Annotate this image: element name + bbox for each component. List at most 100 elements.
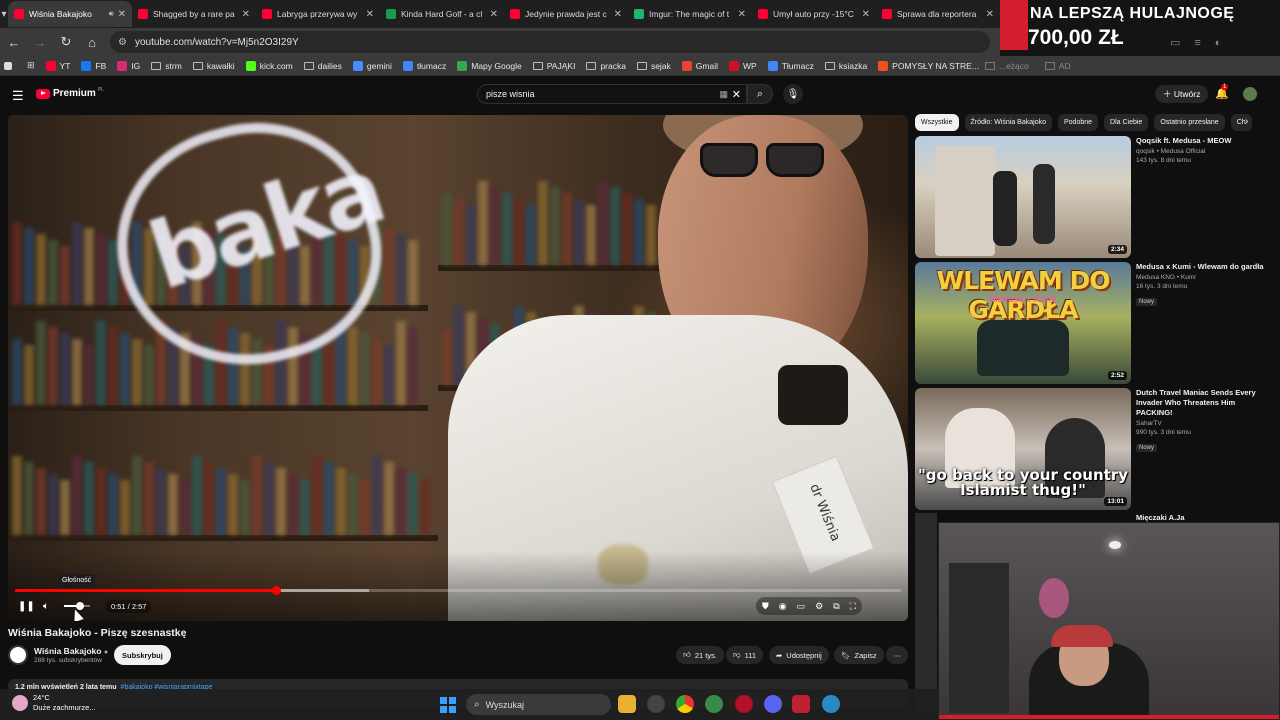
subscribe-button[interactable]: Subskrybuj <box>114 645 171 665</box>
more-actions-icon[interactable]: ⋯ <box>886 646 908 664</box>
close-tab-icon[interactable]: ✕ <box>738 9 746 20</box>
filter-chip[interactable]: Ostatnio przesłane <box>1154 114 1225 131</box>
menu-icon[interactable]: ☰ <box>12 88 24 104</box>
browser-tab[interactable]: Umył auto przy -15°C ✕ <box>752 1 876 27</box>
browser-tab[interactable]: Sprawa dla reportera ✕ <box>876 1 1000 27</box>
obs-icon[interactable] <box>647 695 665 713</box>
rec-title[interactable]: Medusa x Kumi - Wlewam do gardła <box>1136 262 1266 272</box>
rec-thumbnail[interactable]: 2:34 <box>915 136 1131 258</box>
rec-thumbnail[interactable]: WLEWAM DO GARDŁA Medusa x Kumi 2:52 <box>915 262 1131 384</box>
bookmark-translate[interactable]: Tłumacz <box>767 60 814 71</box>
chrome-icon[interactable] <box>676 695 694 713</box>
close-tab-icon[interactable]: ✕ <box>118 9 126 20</box>
globe-icon[interactable] <box>822 695 840 713</box>
site-info-icon[interactable]: ⚙ <box>118 37 127 48</box>
bookmark-ig[interactable]: IG <box>117 60 140 71</box>
miniplayer-icon[interactable]: ⧉ <box>833 601 839 612</box>
youtube-logo[interactable]: Premium PL <box>36 87 104 99</box>
bookmark-translate[interactable]: tłumacz <box>402 60 446 71</box>
close-tab-icon[interactable]: ✕ <box>242 9 250 20</box>
bookmark-wp[interactable]: WP <box>729 60 757 71</box>
like-button[interactable]: 👍︎ 21 tys. <box>676 646 724 664</box>
apps-grid-icon[interactable]: ⊞ <box>27 60 35 71</box>
rec-item[interactable]: WLEWAM DO GARDŁA Medusa x Kumi 2:52 Medu… <box>915 262 1265 384</box>
browser-tab[interactable]: Shagged by a rare pa ✕ <box>132 1 256 27</box>
bookmark-folder[interactable]: dailies <box>303 61 342 71</box>
filter-chip[interactable]: Wszystkie <box>915 114 959 131</box>
close-tab-icon[interactable]: ✕ <box>490 9 498 20</box>
keyboard-icon[interactable]: ▦ <box>719 89 728 100</box>
rec-channel[interactable]: qoqsik • Medusa Official <box>1136 148 1266 155</box>
reload-icon[interactable]: ↻ <box>54 30 78 54</box>
rec-item[interactable]: "go back to your country Islamist thug!"… <box>915 388 1265 510</box>
rec-channel[interactable]: Medusa KNG • Kumi <box>1136 274 1266 281</box>
create-button[interactable]: ＋ Utwórz <box>1155 85 1209 103</box>
filter-chip[interactable]: Dla Ciebie <box>1104 114 1149 131</box>
browser-tab[interactable]: Kinda Hard Golf - a cl ✕ <box>380 1 504 27</box>
bookmark-ms[interactable]: POMYSŁY NA STRE... <box>878 60 979 71</box>
opera-icon[interactable] <box>735 695 753 713</box>
rec-title[interactable]: Dutch Travel Maniac Sends Every Invader … <box>1136 388 1266 418</box>
app-icon[interactable] <box>792 695 810 713</box>
audio-playing-icon[interactable]: 🔊︎ <box>109 9 114 19</box>
close-tab-icon[interactable]: ✕ <box>366 9 374 20</box>
sponsor-shield-icon[interactable]: ⛊ <box>762 601 769 612</box>
voice-search-icon[interactable]: 🎙 <box>783 84 803 104</box>
chevron-right-icon[interactable]: › <box>1245 116 1248 127</box>
rec-item[interactable]: 2:34 Qoqsik ft. Medusa - MEOW qoqsik • M… <box>915 136 1265 258</box>
browser-tab[interactable]: Labryga przerywa wy ✕ <box>256 1 380 27</box>
video-player[interactable]: baka dr Wiśnia Głośność ❚❚ 🔈︎ 0:51 / 2:5… <box>8 115 908 621</box>
windows-start-icon[interactable] <box>440 697 456 713</box>
filter-chip[interactable]: Podobne <box>1057 114 1099 131</box>
close-tab-icon[interactable]: ✕ <box>986 9 994 20</box>
avatar[interactable] <box>1243 87 1257 101</box>
bookmark-gmail[interactable]: Gmail <box>681 60 718 71</box>
subtitles-icon[interactable]: ▭ <box>797 601 806 612</box>
taskbar-search[interactable]: ⌕ Wyszukaj <box>466 694 611 715</box>
bookmark-kick[interactable]: kick.com <box>245 60 293 71</box>
home-icon[interactable]: ⌂ <box>80 30 104 54</box>
rec-thumbnail[interactable]: "go back to your country Islamist thug!"… <box>915 388 1131 510</box>
autoplay-toggle-icon[interactable]: ◉ <box>779 601 787 612</box>
bookmark-folder[interactable]: PAJĄKI <box>532 61 575 71</box>
bookmark-yt[interactable]: YT <box>45 60 70 71</box>
url-input[interactable]: ⚙ youtube.com/watch?v=Mj5n2O3I29Y <box>110 31 990 53</box>
bookmark-fb[interactable]: FB <box>81 60 106 71</box>
close-tab-icon[interactable]: ✕ <box>614 9 622 20</box>
fullscreen-icon[interactable]: ⛶ <box>850 601 856 612</box>
filter-chip[interactable]: Ch <box>1230 114 1252 131</box>
channel-name[interactable]: Wiśnia Bakajoko ● <box>34 646 108 656</box>
browser-tab[interactable]: Imgur: The magic of t ✕ <box>628 1 752 27</box>
search-input[interactable]: pisze wisnia ▦ ✕ <box>477 84 747 104</box>
file-explorer-icon[interactable] <box>618 695 636 713</box>
bookmark-folder[interactable]: pracka <box>586 61 626 71</box>
search-button[interactable]: ⌕ <box>747 84 773 104</box>
pause-icon[interactable]: ❚❚ <box>18 598 35 614</box>
bookmark-gemini[interactable]: gemini <box>352 60 392 71</box>
volume-slider[interactable] <box>64 602 90 610</box>
channel-avatar[interactable] <box>8 645 28 665</box>
bookmark-sidebar-icon[interactable] <box>4 61 16 70</box>
rec-thumbnail[interactable] <box>915 513 937 713</box>
progress-bar[interactable] <box>15 586 901 595</box>
settings-icon[interactable]: ⚙ <box>815 601 823 612</box>
discord-icon[interactable] <box>764 695 782 713</box>
notifications-icon[interactable]: 🔔 1 <box>1215 84 1229 100</box>
close-tab-icon[interactable]: ✕ <box>862 9 870 20</box>
rec-title[interactable]: Qoqsik ft. Medusa - MEOW <box>1136 136 1266 146</box>
save-button[interactable]: 🔖︎ Zapisz <box>834 646 884 664</box>
forward-icon[interactable]: → <box>28 30 52 54</box>
rec-channel[interactable]: SaharTV <box>1136 420 1266 427</box>
bookmark-folder[interactable]: sejak <box>636 61 671 71</box>
weather-widget[interactable]: 24°C Duże zachmurze... <box>12 693 96 713</box>
bookmark-folder[interactable]: ksiazka <box>824 61 867 71</box>
bookmark-folder[interactable]: strm <box>151 61 182 71</box>
bookmark-overflow-1[interactable]: ...eżąco <box>999 61 1029 71</box>
back-icon[interactable]: ← <box>2 30 26 54</box>
filter-chip[interactable]: Źródło: Wiśnia Bakajoko <box>964 114 1052 131</box>
dislike-button[interactable]: 👎︎ 111 <box>726 646 764 664</box>
share-button[interactable]: ➦ Udostępnij <box>769 646 829 664</box>
clear-search-icon[interactable]: ✕ <box>732 88 741 101</box>
browser-tab[interactable]: Wiśnia Bakajoko 🔊︎ ✕ <box>8 1 132 27</box>
bookmark-overflow-2[interactable]: AD <box>1059 61 1071 71</box>
